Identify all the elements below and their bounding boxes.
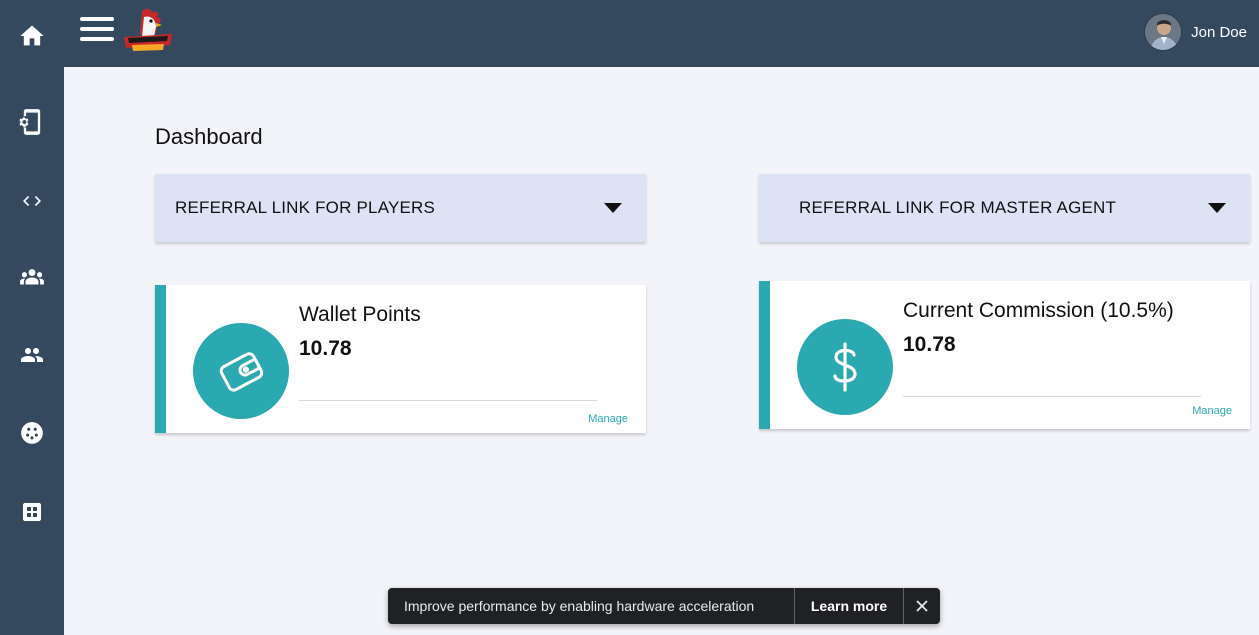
learn-more-button[interactable]: Learn more xyxy=(795,598,903,614)
wallet-points-value: 10.78 xyxy=(299,337,352,360)
user-menu[interactable]: Jon Doe xyxy=(1144,12,1247,52)
wallet-manage-link[interactable]: Manage xyxy=(588,413,628,425)
people-icon xyxy=(21,348,43,362)
rooster-logo-icon xyxy=(124,8,172,51)
code-icon xyxy=(23,196,41,206)
caret-down-icon xyxy=(604,203,622,213)
dollar-icon xyxy=(833,342,857,392)
sports-icon xyxy=(21,422,43,444)
commission-manage-link[interactable]: Manage xyxy=(1192,405,1232,417)
wallet-points-card: Wallet Points 10.78 Manage xyxy=(155,285,646,433)
sidebar-item-device-settings[interactable] xyxy=(0,98,64,146)
current-commission-title: Current Commission (10.5%) xyxy=(903,299,1174,322)
current-commission-card: Current Commission (10.5%) 10.78 Manage xyxy=(759,281,1250,429)
sidebar-item-sports[interactable] xyxy=(0,409,64,457)
close-icon xyxy=(916,600,928,612)
divider xyxy=(299,400,597,401)
sidebar xyxy=(0,0,64,635)
referral-players-dropdown[interactable]: REFERRAL LINK FOR PLAYERS xyxy=(155,174,646,242)
menu-toggle-button[interactable] xyxy=(80,17,114,47)
group-icon xyxy=(20,269,44,285)
sidebar-item-groups[interactable] xyxy=(0,254,64,302)
caret-down-icon xyxy=(1208,203,1226,213)
brand-logo[interactable] xyxy=(122,7,174,55)
avatar xyxy=(1144,13,1183,51)
referral-players-label: REFERRAL LINK FOR PLAYERS xyxy=(175,198,436,217)
hamburger-icon xyxy=(80,17,114,21)
home-icon xyxy=(20,25,44,46)
grid-icon xyxy=(23,503,41,521)
toast-message: Improve performance by enabling hardware… xyxy=(404,598,755,614)
mobile-settings-icon xyxy=(19,109,41,135)
hardware-acceleration-toast: Improve performance by enabling hardware… xyxy=(388,588,940,624)
sidebar-item-code[interactable] xyxy=(0,177,64,225)
user-name: Jon Doe xyxy=(1191,23,1247,41)
toast-close-button[interactable] xyxy=(904,588,940,624)
current-commission-value: 10.78 xyxy=(903,333,956,356)
main-content: Dashboard REFERRAL LINK FOR PLAYERS REFE… xyxy=(64,67,1259,635)
sidebar-item-home[interactable] xyxy=(0,12,64,60)
wallet-points-title: Wallet Points xyxy=(299,303,421,326)
divider xyxy=(903,396,1201,397)
sidebar-item-grid[interactable] xyxy=(0,488,64,536)
top-bar: Jon Doe xyxy=(64,0,1259,67)
referral-master-agent-dropdown[interactable]: REFERRAL LINK FOR MASTER AGENT xyxy=(759,174,1250,242)
page-title: Dashboard xyxy=(155,124,263,149)
wallet-icon xyxy=(219,352,264,392)
sidebar-item-people[interactable] xyxy=(0,331,64,379)
referral-master-agent-label: REFERRAL LINK FOR MASTER AGENT xyxy=(799,198,1117,217)
